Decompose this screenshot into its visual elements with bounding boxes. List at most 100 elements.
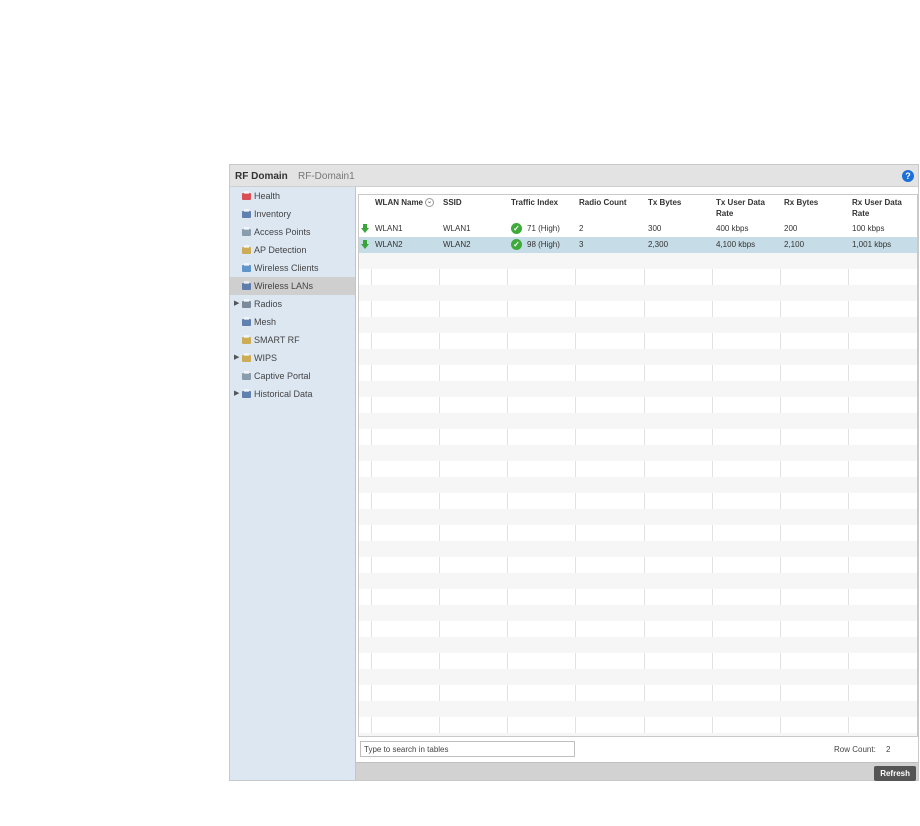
empty-row [359,301,917,317]
column-header-tx-user-data-rate[interactable]: Tx User Data Rate [716,197,778,219]
expand-arrow-icon[interactable]: ▶ [234,385,239,403]
table-row[interactable]: WLAN1 WLAN1 ✓ 71 (High) 2 300 400 kbps 200 100 k… [359,221,917,237]
wireless-lans-icon [241,280,253,292]
table-row[interactable]: WLAN2 WLAN2 ✓ 98 (High) 3 2,300 4,100 kbps 2,10… [359,237,917,253]
empty-row [359,685,917,701]
historical-data-icon [241,388,253,400]
captive-portal-icon [241,370,253,382]
sidebar-item-wireless-clients[interactable]: Wireless Clients [230,259,355,277]
row-count-value: 2 [886,745,891,754]
ap-detection-icon [241,244,253,256]
empty-row [359,349,917,365]
empty-row [359,637,917,653]
table-footer: Row Count: 2 [358,737,918,762]
table-cell: 100 kbps [852,224,885,233]
sidebar-item-wips[interactable]: ▶ WIPS [230,349,355,367]
empty-row [359,461,917,477]
action-bar: Refresh [356,762,918,781]
expand-arrow-icon[interactable]: ▶ [234,295,239,313]
sidebar-item-label: Mesh [254,317,277,327]
column-header-label: Rx User Data Rate [852,198,902,218]
table-cell: WLAN1 [443,224,471,233]
sidebar-item-mesh[interactable]: Mesh [230,313,355,331]
empty-row [359,589,917,605]
sidebar-item-label: Wireless Clients [254,263,319,273]
column-header-traffic-index[interactable]: Traffic Index [511,197,573,208]
inventory-icon [241,208,253,220]
sidebar-item-label: Wireless LANs [254,281,314,291]
empty-row [359,509,917,525]
empty-row [359,621,917,637]
sidebar-item-label: SMART RF [254,335,300,345]
empty-row [359,573,917,589]
empty-row [359,557,917,573]
row-count-label: Row Count: [834,745,876,754]
table-cell: 200 [784,224,798,233]
column-header-label: SSID [443,198,462,207]
health-icon [241,190,253,202]
column-header-rx-bytes[interactable]: Rx Bytes [784,197,846,208]
wlan-table[interactable]: WLAN Name ⌄ SSID Traffic Index Radio Count Tx… [358,194,918,737]
table-cell: 2,100 [784,240,805,249]
empty-row [359,429,917,445]
column-header-radio-count[interactable]: Radio Count [579,197,641,208]
column-header-label: Rx Bytes [784,198,819,207]
table-cell: 71 (High) [527,224,560,233]
column-header-tx-bytes[interactable]: Tx Bytes [648,197,710,208]
column-header-rx-user-data-rate[interactable]: Rx User Data Rate [852,197,914,219]
empty-row [359,365,917,381]
refresh-button[interactable]: Refresh [874,766,916,781]
column-header-label: Radio Count [579,198,627,207]
sidebar-item-label: Captive Portal [254,371,311,381]
sidebar-item-label: WIPS [254,353,278,363]
sidebar-item-health[interactable]: Health [230,187,355,205]
column-header-label: WLAN Name [375,198,424,207]
sidebar-item-wireless-lans[interactable]: Wireless LANs [230,277,355,295]
table-cell: WLAN2 [443,240,471,249]
panel-subtitle: RF-Domain1 [298,171,355,182]
sidebar-item-historical-data[interactable]: ▶ Historical Data [230,385,355,403]
table-header-row: WLAN Name ⌄ SSID Traffic Index Radio Count Tx… [359,195,917,222]
empty-row [359,285,917,301]
empty-row [359,333,917,349]
sidebar-item-label: Health [254,191,281,201]
empty-row [359,669,917,685]
table-cell: 3 [579,240,584,249]
column-header-label: Tx User Data Rate [716,198,765,218]
table-cell: WLAN2 [375,240,403,249]
column-header-label: Tx Bytes [648,198,682,207]
table-cell: 300 [648,224,662,233]
sidebar-item-inventory[interactable]: Inventory [230,205,355,223]
table-cell: 1,001 kbps [852,240,892,249]
empty-row [359,653,917,669]
sidebar-item-captive-portal[interactable]: Captive Portal [230,367,355,385]
table-search-input[interactable] [360,741,575,757]
rf-domain-panel: RF Domain RF-Domain1 ? Health Inventory Ac… [229,164,919,781]
sidebar-item-radios[interactable]: ▶ Radios [230,295,355,313]
smart-rf-icon [241,334,253,346]
sidebar-item-label: Inventory [254,209,292,219]
expand-arrow-icon[interactable]: ▶ [234,349,239,367]
access-points-icon [241,226,253,238]
sort-icon[interactable]: ⌄ [425,198,435,208]
empty-row [359,317,917,333]
empty-row [359,381,917,397]
sidebar-item-smart-rf[interactable]: SMART RF [230,331,355,349]
panel-title: RF Domain [235,171,288,182]
help-icon[interactable]: ? [902,170,914,182]
sidebar-item-label: Access Points [254,227,311,237]
sidebar-item-label: AP Detection [254,245,307,255]
sidebar-item-label: Radios [254,299,283,309]
empty-row [359,493,917,509]
empty-row [359,477,917,493]
table-cell: 4,100 kbps [716,240,756,249]
empty-row [359,605,917,621]
table-cell: 2,300 [648,240,669,249]
empty-row [359,397,917,413]
table-cell: 2 [579,224,584,233]
mesh-icon [241,316,253,328]
sidebar-item-access-points[interactable]: Access Points [230,223,355,241]
sidebar-item-ap-detection[interactable]: AP Detection [230,241,355,259]
column-header-ssid[interactable]: SSID [443,197,505,208]
column-header-wlan-name[interactable]: WLAN Name ⌄ [375,197,437,208]
